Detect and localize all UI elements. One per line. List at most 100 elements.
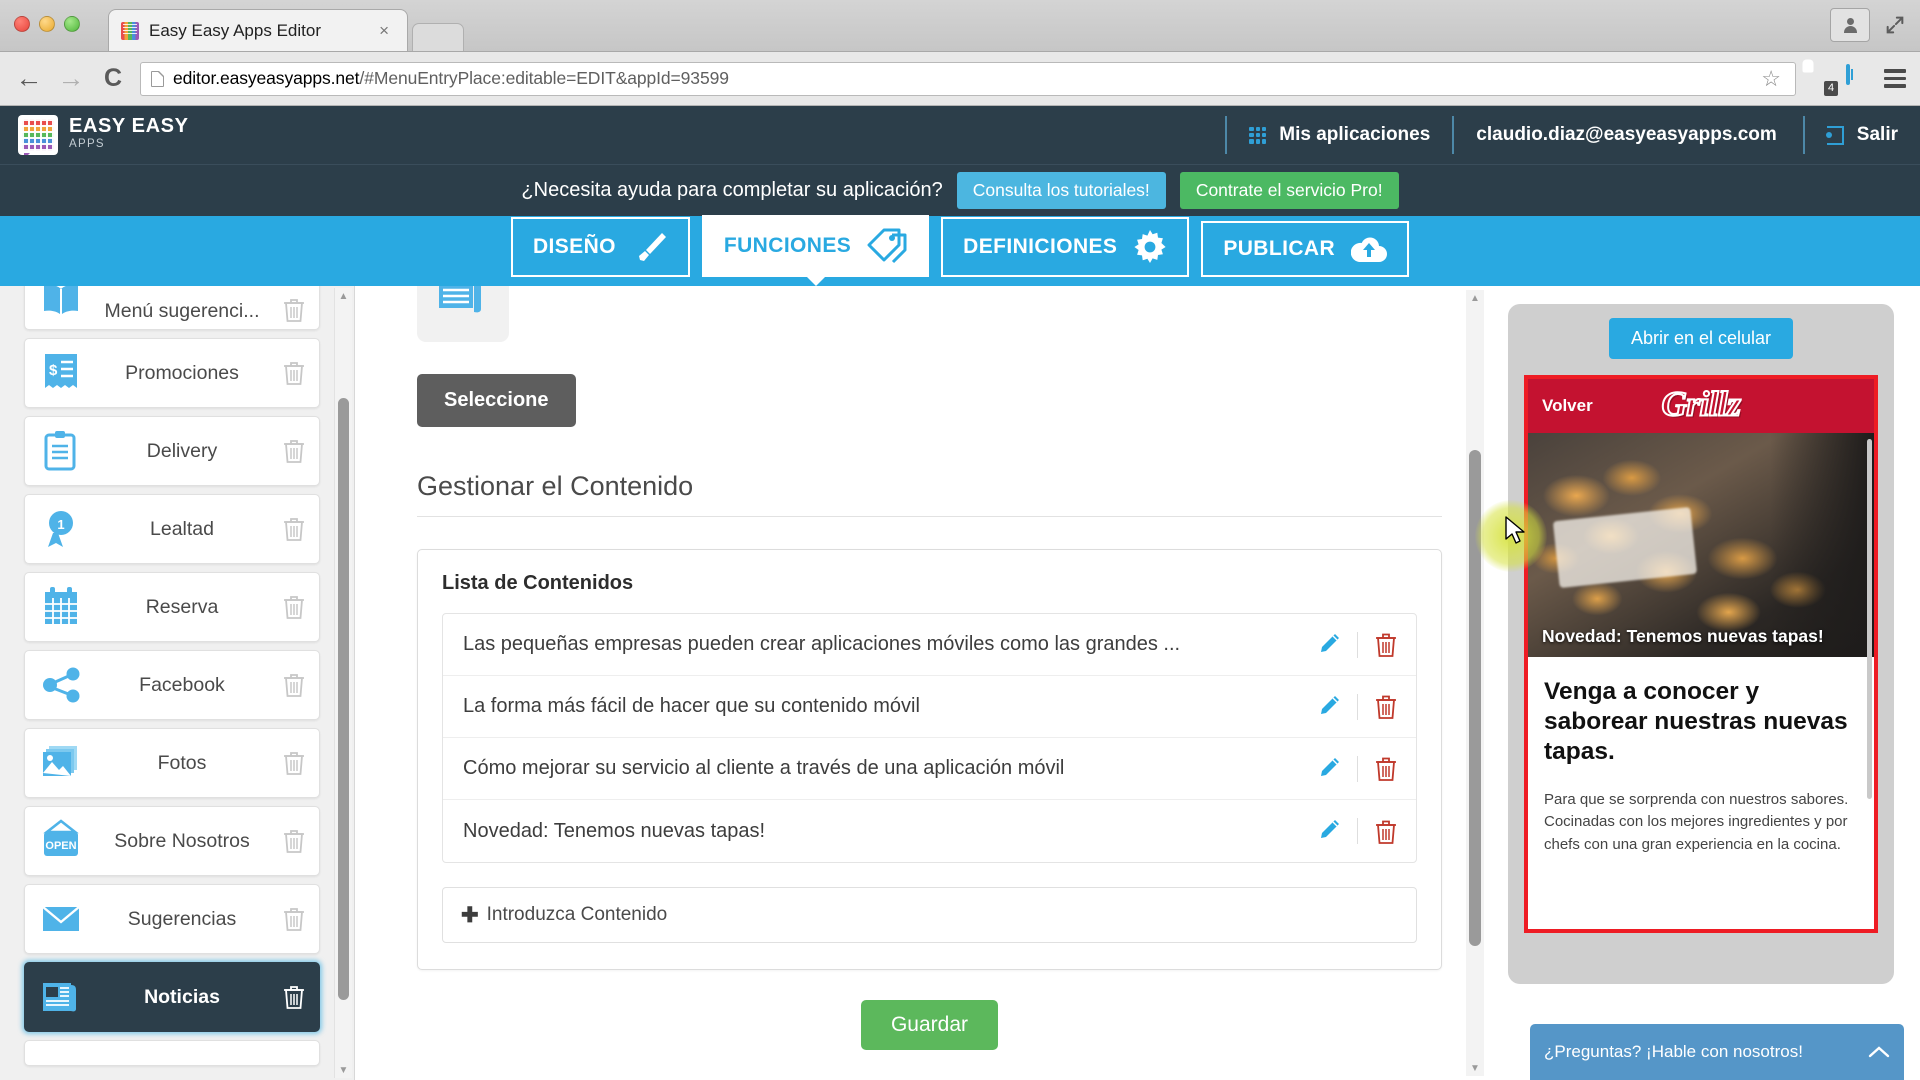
list-item[interactable]: Las pequeñas empresas pueden crear aplic… [443,614,1416,676]
trash-icon[interactable] [283,516,305,542]
delete-icon[interactable] [1374,631,1398,658]
window-traffic-lights[interactable] [14,16,80,32]
sidebar-scrollbar-thumb[interactable] [338,398,349,1000]
edit-icon[interactable] [1315,632,1341,658]
scroll-up-icon[interactable]: ▲ [1466,290,1484,306]
reload-button[interactable]: C [98,66,128,91]
receipt-icon: $ [45,354,77,388]
adblock-extension-icon[interactable]: 4 [1808,66,1838,96]
sidebar-item-menu-sugerencias[interactable]: Menú sugerenci... [24,286,320,330]
tab-diseno[interactable]: DISEÑO [510,217,690,277]
forward-button[interactable]: → [56,65,86,92]
delete-icon[interactable] [1374,755,1398,782]
browser-tab[interactable]: Easy Easy Apps Editor × [108,9,408,51]
profile-button[interactable] [1830,8,1870,42]
edit-icon[interactable] [1315,818,1341,844]
content-scrollbar-thumb[interactable] [1469,450,1481,946]
tutorials-button[interactable]: Consulta los tutoriales! [956,172,1166,209]
tags-icon [867,228,907,264]
trash-icon[interactable] [283,906,305,932]
tab-definiciones[interactable]: DEFINICIONES [941,217,1190,277]
feature-sidebar[interactable]: Menú sugerenci... $ Promociones Delivery… [0,286,355,1080]
browser-chrome: Easy Easy Apps Editor × ← → C editor.eas… [0,0,1920,106]
sidebar-item-next-partial[interactable] [24,1040,320,1066]
chat-widget[interactable]: ¿Preguntas? ¡Hable con nosotros! [1530,1024,1904,1080]
list-item[interactable]: Cómo mejorar su servicio al cliente a tr… [443,738,1416,800]
favicon-icon [121,21,139,40]
new-tab-button[interactable] [412,23,464,51]
scroll-down-icon[interactable]: ▼ [335,1062,352,1078]
list-item[interactable]: Novedad: Tenemos nuevas tapas! [443,800,1416,862]
trash-icon[interactable] [283,672,305,698]
sidebar-item-delivery[interactable]: Delivery [24,416,320,486]
trash-icon[interactable] [283,438,305,464]
content-title: Cómo mejorar su servicio al cliente a tr… [463,757,1065,779]
address-bar[interactable]: editor.easyeasyapps.net/#MenuEntryPlace:… [140,61,1796,96]
scroll-up-icon[interactable]: ▲ [335,288,352,304]
phone-scrollbar[interactable] [1867,439,1872,799]
sidebar-item-label: Sobre Nosotros [114,829,250,852]
app-logo[interactable]: EASY EASY APPS [18,115,189,155]
sidebar-item-label: Noticias [144,985,220,1008]
delete-icon[interactable] [1374,818,1398,845]
sidebar-item-sugerencias[interactable]: Sugerencias [24,884,320,954]
logout-link[interactable]: Salir [1802,116,1920,154]
select-button[interactable]: Seleccione [417,374,576,427]
trash-icon[interactable] [283,984,305,1010]
brush-icon [638,233,666,261]
list-item[interactable]: La forma más fácil de hacer que su conte… [443,676,1416,738]
trash-icon[interactable] [283,360,305,386]
feature-icon-tile[interactable] [417,286,509,342]
minimize-window-button[interactable] [39,16,55,32]
trash-icon[interactable] [283,750,305,776]
trash-icon[interactable] [283,594,305,620]
zoom-window-button[interactable] [64,16,80,32]
content-title: Las pequeñas empresas pueden crear aplic… [463,633,1181,655]
browser-menu-icon[interactable] [1884,69,1906,88]
close-tab-icon[interactable]: × [373,21,395,41]
sidebar-scrollbar[interactable]: ▲ ▼ [334,288,352,1078]
trash-icon[interactable] [283,828,305,854]
chevron-up-icon[interactable] [1868,1045,1890,1059]
add-content-button[interactable]: ✚ Introduzca Contenido [442,887,1417,943]
tab-funciones[interactable]: FUNCIONES [701,215,930,277]
open-on-mobile-button[interactable]: Abrir en el celular [1608,318,1794,359]
sidebar-item-label: Delivery [146,439,218,462]
sidebar-item-sobre-nosotros[interactable]: OPEN Sobre Nosotros [24,806,320,876]
page-info-icon[interactable] [151,70,164,87]
scroll-down-icon[interactable]: ▼ [1466,1060,1484,1076]
sidebar-item-facebook[interactable]: Facebook [24,650,320,720]
back-button[interactable]: ← [14,65,44,92]
tab-definiciones-label: DEFINICIONES [963,235,1118,258]
delete-icon[interactable] [1374,693,1398,720]
my-applications-label: Mis aplicaciones [1279,124,1431,145]
pro-service-button[interactable]: Contrate el servicio Pro! [1179,172,1399,209]
edit-icon[interactable] [1315,756,1341,782]
screen-capture-extension-icon[interactable] [1846,63,1872,92]
app-back-button[interactable]: Volver [1542,396,1593,416]
sidebar-item-lealtad[interactable]: 1 Lealtad [24,494,320,564]
user-email[interactable]: claudio.diaz@easyeasyapps.com [1452,116,1803,154]
sidebar-item-noticias[interactable]: Noticias [24,962,320,1032]
close-window-button[interactable] [14,16,30,32]
trash-icon[interactable] [283,297,305,323]
sidebar-item-reserva[interactable]: Reserva [24,572,320,642]
sidebar-item-promociones[interactable]: $ Promociones [24,338,320,408]
news-document-icon [439,286,481,313]
sidebar-item-fotos[interactable]: Fotos [24,728,320,798]
edit-icon[interactable] [1315,694,1341,720]
maximize-icon[interactable] [1884,14,1906,36]
phone-screen[interactable]: Volver Grillz Novedad: Tenemos nuevas ta… [1524,375,1878,933]
save-button[interactable]: Guardar [860,1000,999,1050]
tab-funciones-label: FUNCIONES [723,234,852,257]
person-icon [1843,17,1858,33]
chat-widget-label: ¿Preguntas? ¡Hable con nosotros! [1544,1041,1803,1061]
content-scrollbar[interactable]: ▲ ▼ [1466,290,1484,1076]
main-tab-bar: DISEÑO FUNCIONES DEFINICIONES PUBLICAR [0,215,1920,286]
mobile-preview-pane: Abrir en el celular Volver Grillz Noveda… [1490,286,1920,1080]
bookmark-star-icon[interactable]: ☆ [1761,66,1781,92]
help-bar: ¿Necesita ayuda para completar su aplica… [0,164,1920,216]
tab-publicar[interactable]: PUBLICAR [1201,221,1410,277]
browser-tabstrip: Easy Easy Apps Editor × [0,0,1920,52]
my-applications-link[interactable]: Mis aplicaciones [1225,116,1452,154]
